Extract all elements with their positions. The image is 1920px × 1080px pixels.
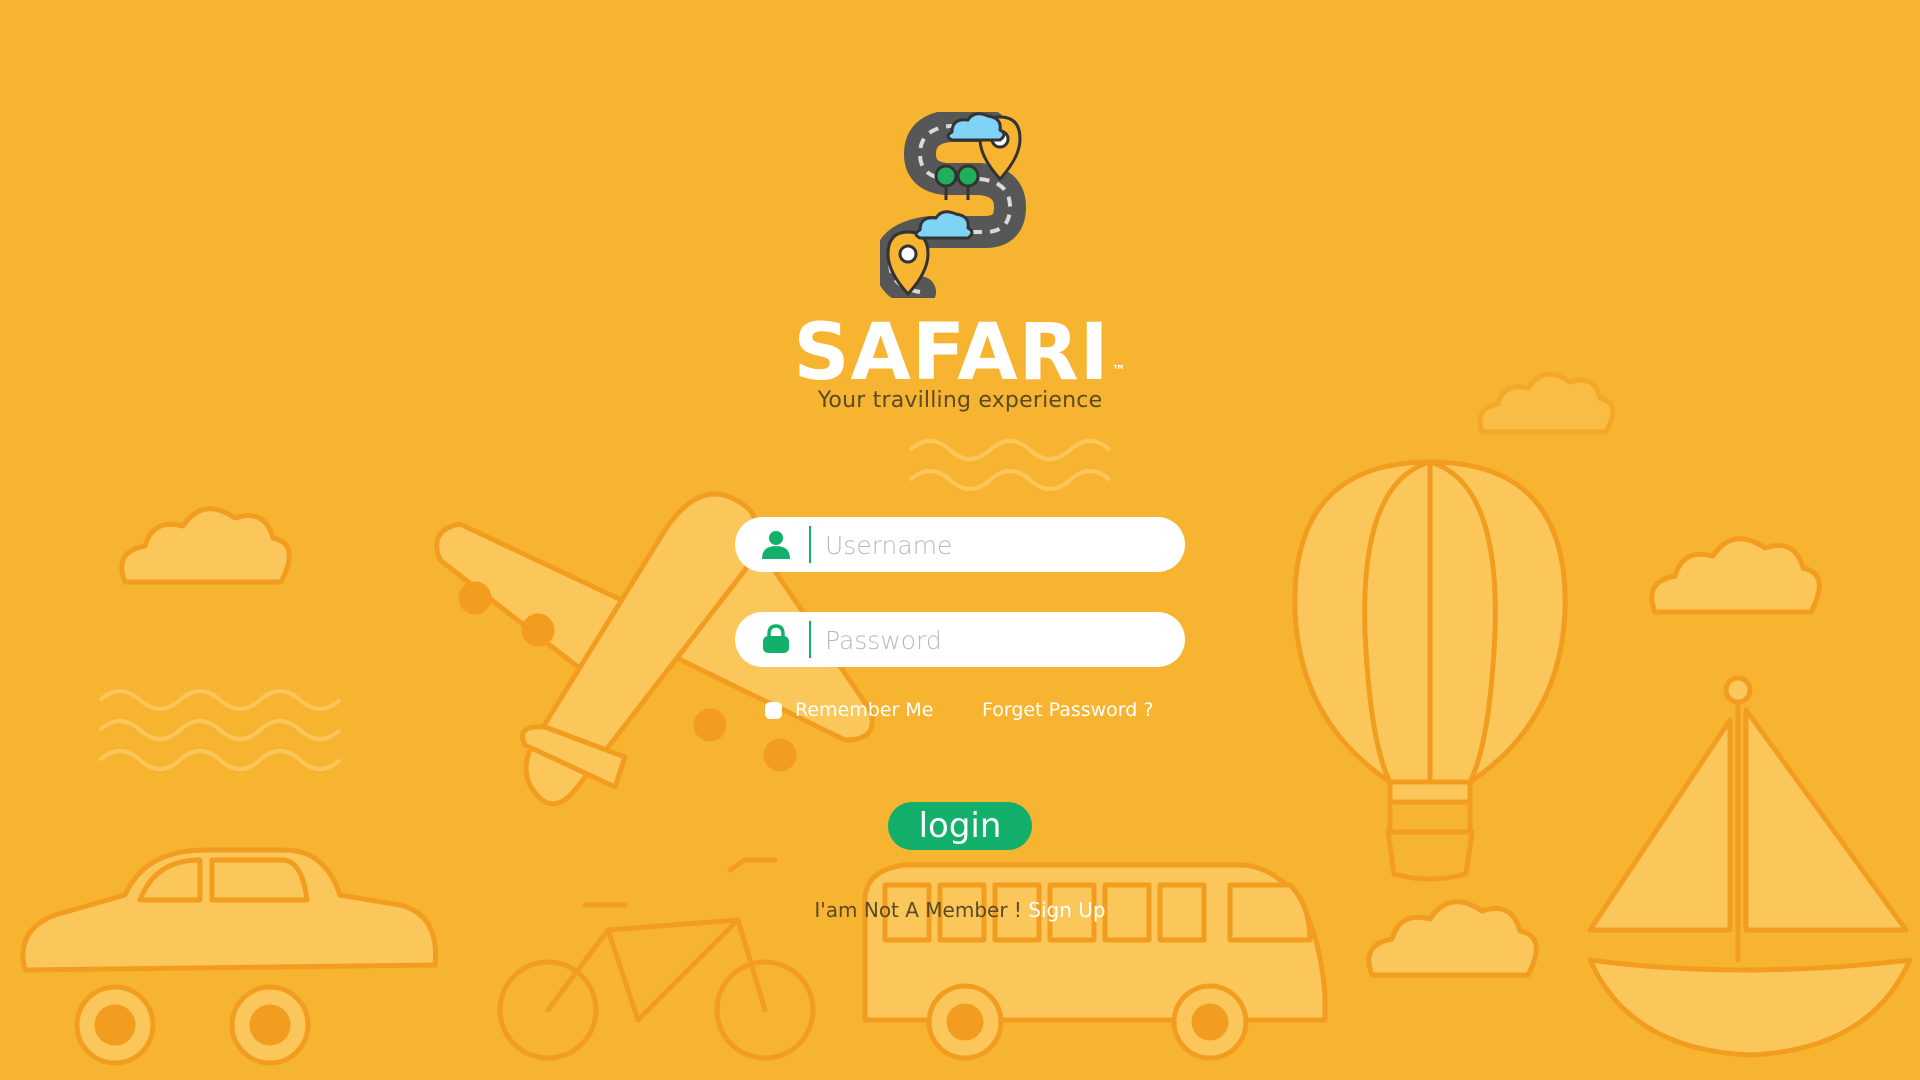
car-icon (20, 847, 439, 1066)
checkbox-box[interactable] (765, 701, 782, 719)
hot-air-balloon-icon (1292, 459, 1568, 882)
brand-name: SAFARI ™ (793, 308, 1127, 398)
trademark-symbol: ™ (1111, 363, 1127, 379)
field-separator (809, 526, 811, 563)
brand-tagline: Your travilling experience (817, 388, 1103, 413)
cloud-icon (1649, 536, 1822, 615)
remember-me-label: Remember Me (795, 699, 934, 721)
password-field[interactable] (735, 612, 1185, 669)
password-input[interactable] (823, 612, 1167, 669)
username-field[interactable] (735, 517, 1185, 574)
bus-icon (862, 862, 1328, 1061)
cloud-icon (119, 506, 292, 585)
remember-me-checkbox[interactable]: Remember Me (765, 698, 933, 722)
safari-logo (880, 112, 1026, 298)
username-input[interactable] (823, 517, 1167, 574)
user-icon (762, 531, 790, 559)
signup-prompt: I'am Not A Member ! Sign Up (0, 898, 1920, 922)
forgot-password-link[interactable]: Forget Password ? (982, 698, 1153, 722)
login-button[interactable]: login (888, 802, 1032, 850)
lock-icon (763, 624, 789, 653)
signup-prompt-text: I'am Not A Member ! (814, 898, 1029, 922)
signup-link[interactable]: Sign Up (1028, 898, 1105, 922)
field-separator (809, 621, 811, 658)
bicycle-icon (497, 857, 816, 1061)
sailboat-icon (1587, 675, 1913, 1058)
